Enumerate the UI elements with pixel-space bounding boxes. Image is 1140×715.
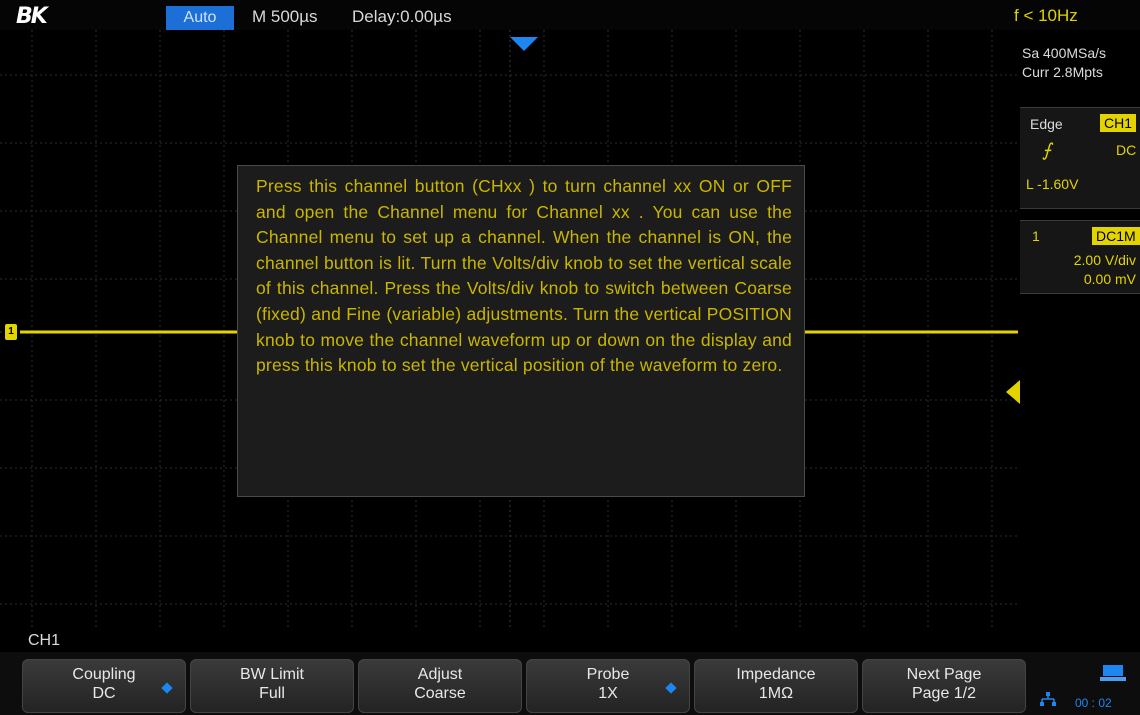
vertical-scale: 2.00 V/div	[1073, 252, 1136, 268]
menu-title: CH1	[28, 632, 61, 649]
softkey-label: Probe	[586, 666, 630, 683]
softkey-value: Page 1/2	[911, 685, 977, 702]
probe-softkey[interactable]: Probe 1X	[526, 659, 690, 713]
softkey-label: Adjust	[417, 666, 463, 683]
vertical-offset: 0.00 mV	[1083, 271, 1136, 287]
usb-device-icon	[1100, 665, 1126, 681]
acquisition-mode-badge[interactable]: Auto	[166, 6, 234, 30]
top-status-bar: BK Auto M 500µs Delay:0.00µs f < 10Hz	[0, 0, 1140, 30]
trigger-level: L -1.60V	[1026, 176, 1079, 192]
softkey-value: Full	[259, 685, 285, 702]
softkey-value: 1MΩ	[758, 685, 794, 702]
impedance-softkey[interactable]: Impedance 1MΩ	[694, 659, 858, 713]
system-clock: 00 : 02	[1075, 696, 1112, 710]
brand-logo: BK	[16, 4, 48, 29]
trigger-source-badge: CH1	[1100, 114, 1137, 132]
softkey-value: Coarse	[414, 685, 466, 702]
delay-readout: Delay:0.00µs	[352, 7, 452, 26]
ch1-ground-marker: 1	[5, 324, 17, 340]
trigger-level-marker	[1006, 380, 1020, 404]
trigger-coupling: DC	[1116, 142, 1137, 158]
help-text: Press this channel button (CHxx ) to tur…	[256, 176, 792, 376]
trigger-position-marker	[510, 37, 538, 51]
channel1-info-panel[interactable]: 1 DC1M 2.00 V/div 0.00 mV	[1020, 220, 1140, 294]
sample-rate: Sa 400MSa/s	[1022, 45, 1107, 61]
channel-number: 1	[1032, 228, 1040, 244]
timebase-readout: M 500µs	[252, 7, 318, 26]
softkey-label: Next Page	[906, 666, 982, 683]
channel-coupling-badge: DC1M	[1092, 227, 1140, 245]
adjust-softkey[interactable]: Adjust Coarse	[358, 659, 522, 713]
acquisition-info: Sa 400MSa/s Curr 2.8Mpts	[1022, 44, 1140, 82]
help-popup: Press this channel button (CHxx ) to tur…	[237, 165, 805, 497]
softkey-label: Coupling	[72, 666, 136, 683]
next-page-softkey[interactable]: Next Page Page 1/2	[862, 659, 1026, 713]
network-icon	[1040, 692, 1056, 706]
trigger-info-panel[interactable]: Edge CH1 ⨍ DC L -1.60V	[1020, 107, 1140, 209]
trigger-type: Edge	[1030, 116, 1063, 132]
coupling-softkey[interactable]: Coupling DC	[22, 659, 186, 713]
softkey-label: BW Limit	[240, 666, 304, 683]
memory-depth: Curr 2.8Mpts	[1022, 64, 1103, 80]
rising-edge-icon: ⨍	[1042, 140, 1052, 160]
bw-limit-softkey[interactable]: BW Limit Full	[190, 659, 354, 713]
softkey-label: Impedance	[736, 666, 816, 683]
frequency-counter: f < 10Hz	[1014, 6, 1078, 25]
